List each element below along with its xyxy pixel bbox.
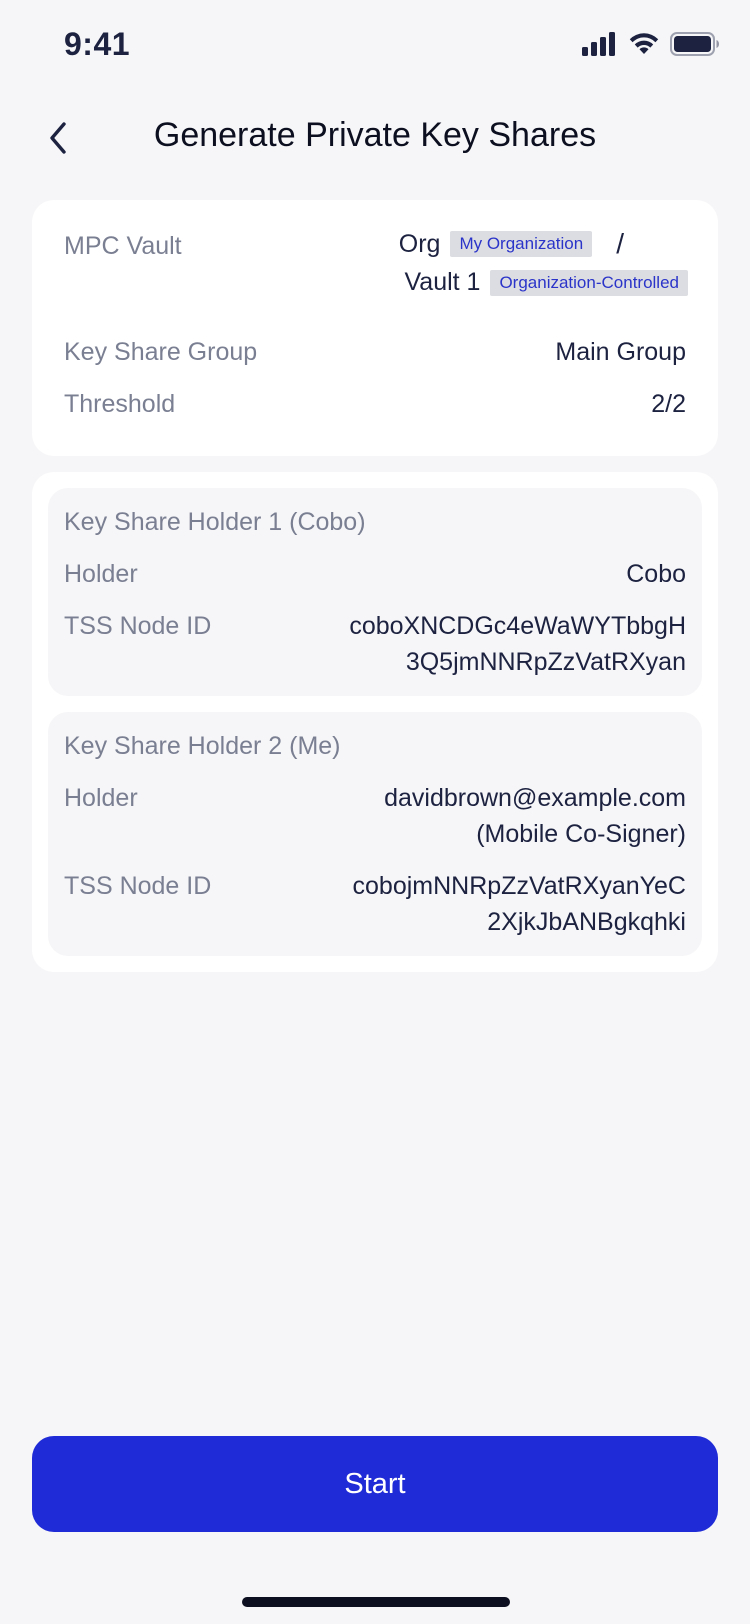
- home-indicator[interactable]: [242, 1597, 510, 1607]
- threshold-value: 2/2: [651, 390, 686, 418]
- tss-node-id-line-2: 2XjkJbANBgkqhki: [487, 908, 686, 936]
- key-share-holder-1: Key Share Holder 1 (Cobo) Holder Cobo TS…: [48, 488, 702, 696]
- tss-node-id-value: cobojmNNRpZzVatRXyanYeC 2XjkJbANBgkqhki: [353, 868, 686, 940]
- vault-info-card: MPC Vault Org My Organization / Vault 1 …: [32, 200, 718, 456]
- holder-value-line-2: (Mobile Co-Signer): [476, 820, 686, 848]
- threshold-label: Threshold: [64, 390, 176, 418]
- start-button[interactable]: Start: [32, 1436, 718, 1532]
- holder-value: Cobo: [626, 556, 686, 592]
- path-separator: /: [616, 228, 624, 259]
- tss-node-id-line-1: coboXNCDGc4eWaWYTbbgH: [349, 612, 686, 640]
- key-share-holders-card: Key Share Holder 1 (Cobo) Holder Cobo TS…: [32, 472, 718, 972]
- tss-node-id-line-1: cobojmNNRpZzVatRXyanYeC: [352, 872, 686, 900]
- battery-icon: [670, 32, 719, 56]
- vault-name: Vault 1: [404, 268, 481, 296]
- org-line: Org My Organization /: [399, 228, 688, 260]
- holder-title: Key Share Holder 1 (Cobo): [64, 508, 366, 536]
- wifi-icon: [629, 33, 659, 54]
- key-share-holder-2: Key Share Holder 2 (Me) Holder davidbrow…: [48, 712, 702, 956]
- status-bar: 9:41: [0, 0, 750, 92]
- holder-title: Key Share Holder 2 (Me): [64, 732, 341, 760]
- org-name: Org: [398, 229, 441, 258]
- status-time: 9:41: [64, 26, 131, 62]
- vault-line: Vault 1 Organization-Controlled: [404, 268, 688, 297]
- tss-node-id-label: TSS Node ID: [64, 872, 212, 900]
- nav-header: Generate Private Key Shares: [0, 92, 750, 182]
- mpc-vault-label: MPC Vault: [64, 232, 182, 260]
- status-icons: [582, 32, 720, 56]
- holder-value: davidbrown@example.com (Mobile Co-Signer…: [384, 780, 686, 852]
- tss-node-id-label: TSS Node ID: [64, 612, 212, 640]
- cellular-signal-icon: [582, 32, 615, 56]
- tss-node-id-line-2: 3Q5jmNNRpZzVatRXyan: [405, 648, 686, 676]
- holder-value-line: Cobo: [626, 560, 686, 588]
- page-title: Generate Private Key Shares: [153, 116, 597, 154]
- holder-label: Holder: [64, 784, 138, 812]
- key-share-group-label: Key Share Group: [64, 338, 258, 366]
- vault-tag: Organization-Controlled: [490, 269, 688, 296]
- holder-value-line-1: davidbrown@example.com: [384, 784, 686, 812]
- holder-label: Holder: [64, 560, 138, 588]
- org-tag: My Organization: [450, 231, 593, 257]
- key-share-group-value: Main Group: [555, 338, 686, 366]
- tss-node-id-value: coboXNCDGc4eWaWYTbbgH 3Q5jmNNRpZzVatRXya…: [349, 608, 686, 680]
